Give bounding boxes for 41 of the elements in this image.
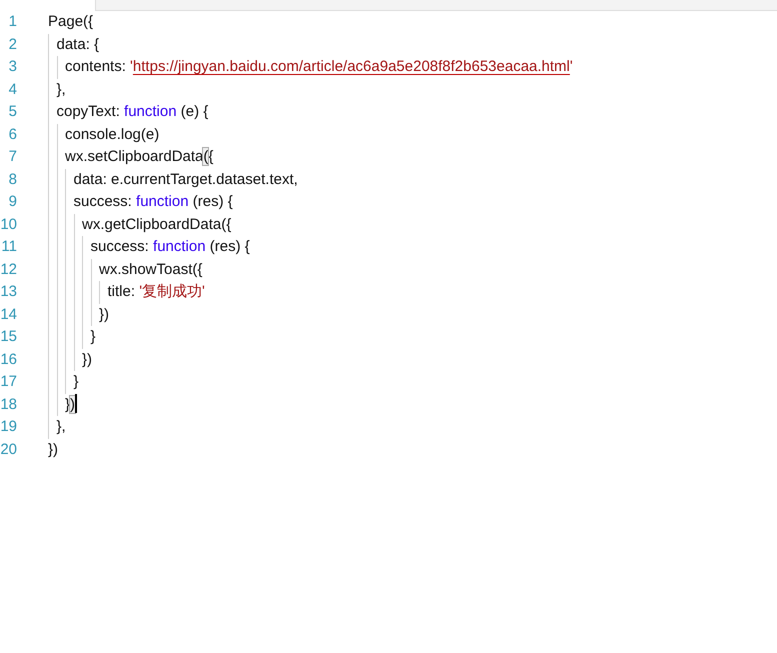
code-line: console.log(e) (65, 124, 160, 144)
code-line: data: e.currentTarget.dataset.text, (74, 170, 298, 190)
line-number: 14 (0, 304, 17, 324)
editor-tab[interactable] (96, 0, 777, 11)
code-line: wx.showToast({ (99, 260, 202, 280)
line-number: 13 (0, 282, 17, 302)
line-number: 19 (0, 417, 17, 437)
line-number: 15 (0, 327, 17, 347)
code-line: }) (65, 394, 76, 414)
code-line: title: '复制成功' (108, 282, 205, 302)
line-number: 5 (8, 102, 17, 122)
code-line: Page({ (48, 12, 94, 32)
line-number: 6 (8, 124, 17, 144)
code-line: success: function (res) { (74, 192, 233, 212)
code-line: } (90, 327, 96, 347)
code-line: }, (56, 80, 66, 100)
line-number: 4 (8, 80, 17, 100)
code-line: wx.setClipboardData({ (65, 147, 214, 167)
line-number: 11 (0, 237, 17, 257)
line-number: 20 (0, 440, 17, 460)
code-line: contents: 'https://jingyan.baidu.com/article/ac6a9a5e208f8f2b653eacaa.html' (65, 57, 573, 77)
code-line: success: function (res) { (90, 237, 250, 257)
code-line: }) (82, 350, 92, 370)
line-number: 7 (8, 147, 17, 167)
code-line: copyText: function (e) { (56, 102, 208, 122)
line-number: 18 (0, 394, 17, 414)
code-line: } (74, 372, 79, 392)
code-line: wx.getClipboardData({ (82, 214, 232, 234)
line-number: 2 (8, 34, 17, 54)
line-number: 10 (0, 214, 17, 234)
line-number: 16 (0, 350, 17, 370)
line-number: 17 (0, 372, 17, 392)
line-number: 3 (8, 57, 17, 77)
line-number: 8 (8, 170, 17, 190)
code-line: }) (99, 304, 110, 324)
line-number: 1 (8, 12, 17, 32)
line-number: 9 (8, 192, 17, 212)
code-line: }) (48, 440, 58, 460)
line-number: 12 (0, 260, 17, 280)
code-line: data: { (56, 34, 100, 54)
code-line: }, (56, 417, 66, 437)
